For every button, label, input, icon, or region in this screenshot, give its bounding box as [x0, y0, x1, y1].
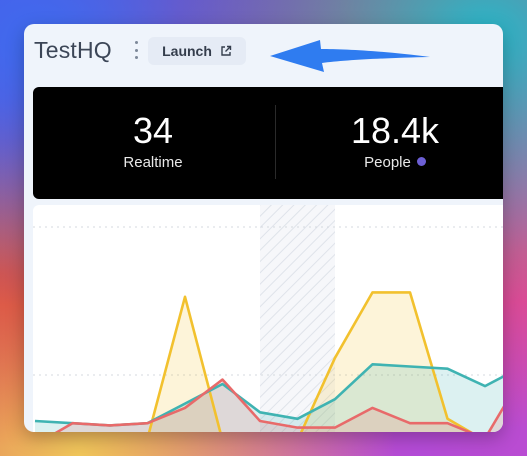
- launch-button[interactable]: Launch: [148, 37, 246, 65]
- pointer-arrow-icon: [270, 40, 430, 72]
- traffic-chart: [33, 205, 503, 432]
- stat-label: Realtime: [123, 154, 183, 171]
- more-options-icon[interactable]: [132, 41, 140, 59]
- stat-value: 18.4k: [350, 110, 440, 151]
- stat-value: 34: [132, 110, 174, 151]
- external-link-icon: [221, 45, 232, 56]
- legend-dot-icon: [416, 157, 426, 166]
- traffic-chart-panel: [33, 205, 503, 432]
- launch-label: Launch: [162, 43, 212, 59]
- stat-realtime[interactable]: 34 Realtime: [33, 87, 273, 199]
- dashboard-card: TestHQ Launch 34 Realtime 18.4k People: [24, 24, 503, 432]
- stats-panel: 34 Realtime 18.4k People: [33, 87, 503, 199]
- site-title: TestHQ: [34, 37, 112, 63]
- stat-label: People: [364, 154, 411, 171]
- stat-people[interactable]: 18.4k People: [275, 87, 503, 199]
